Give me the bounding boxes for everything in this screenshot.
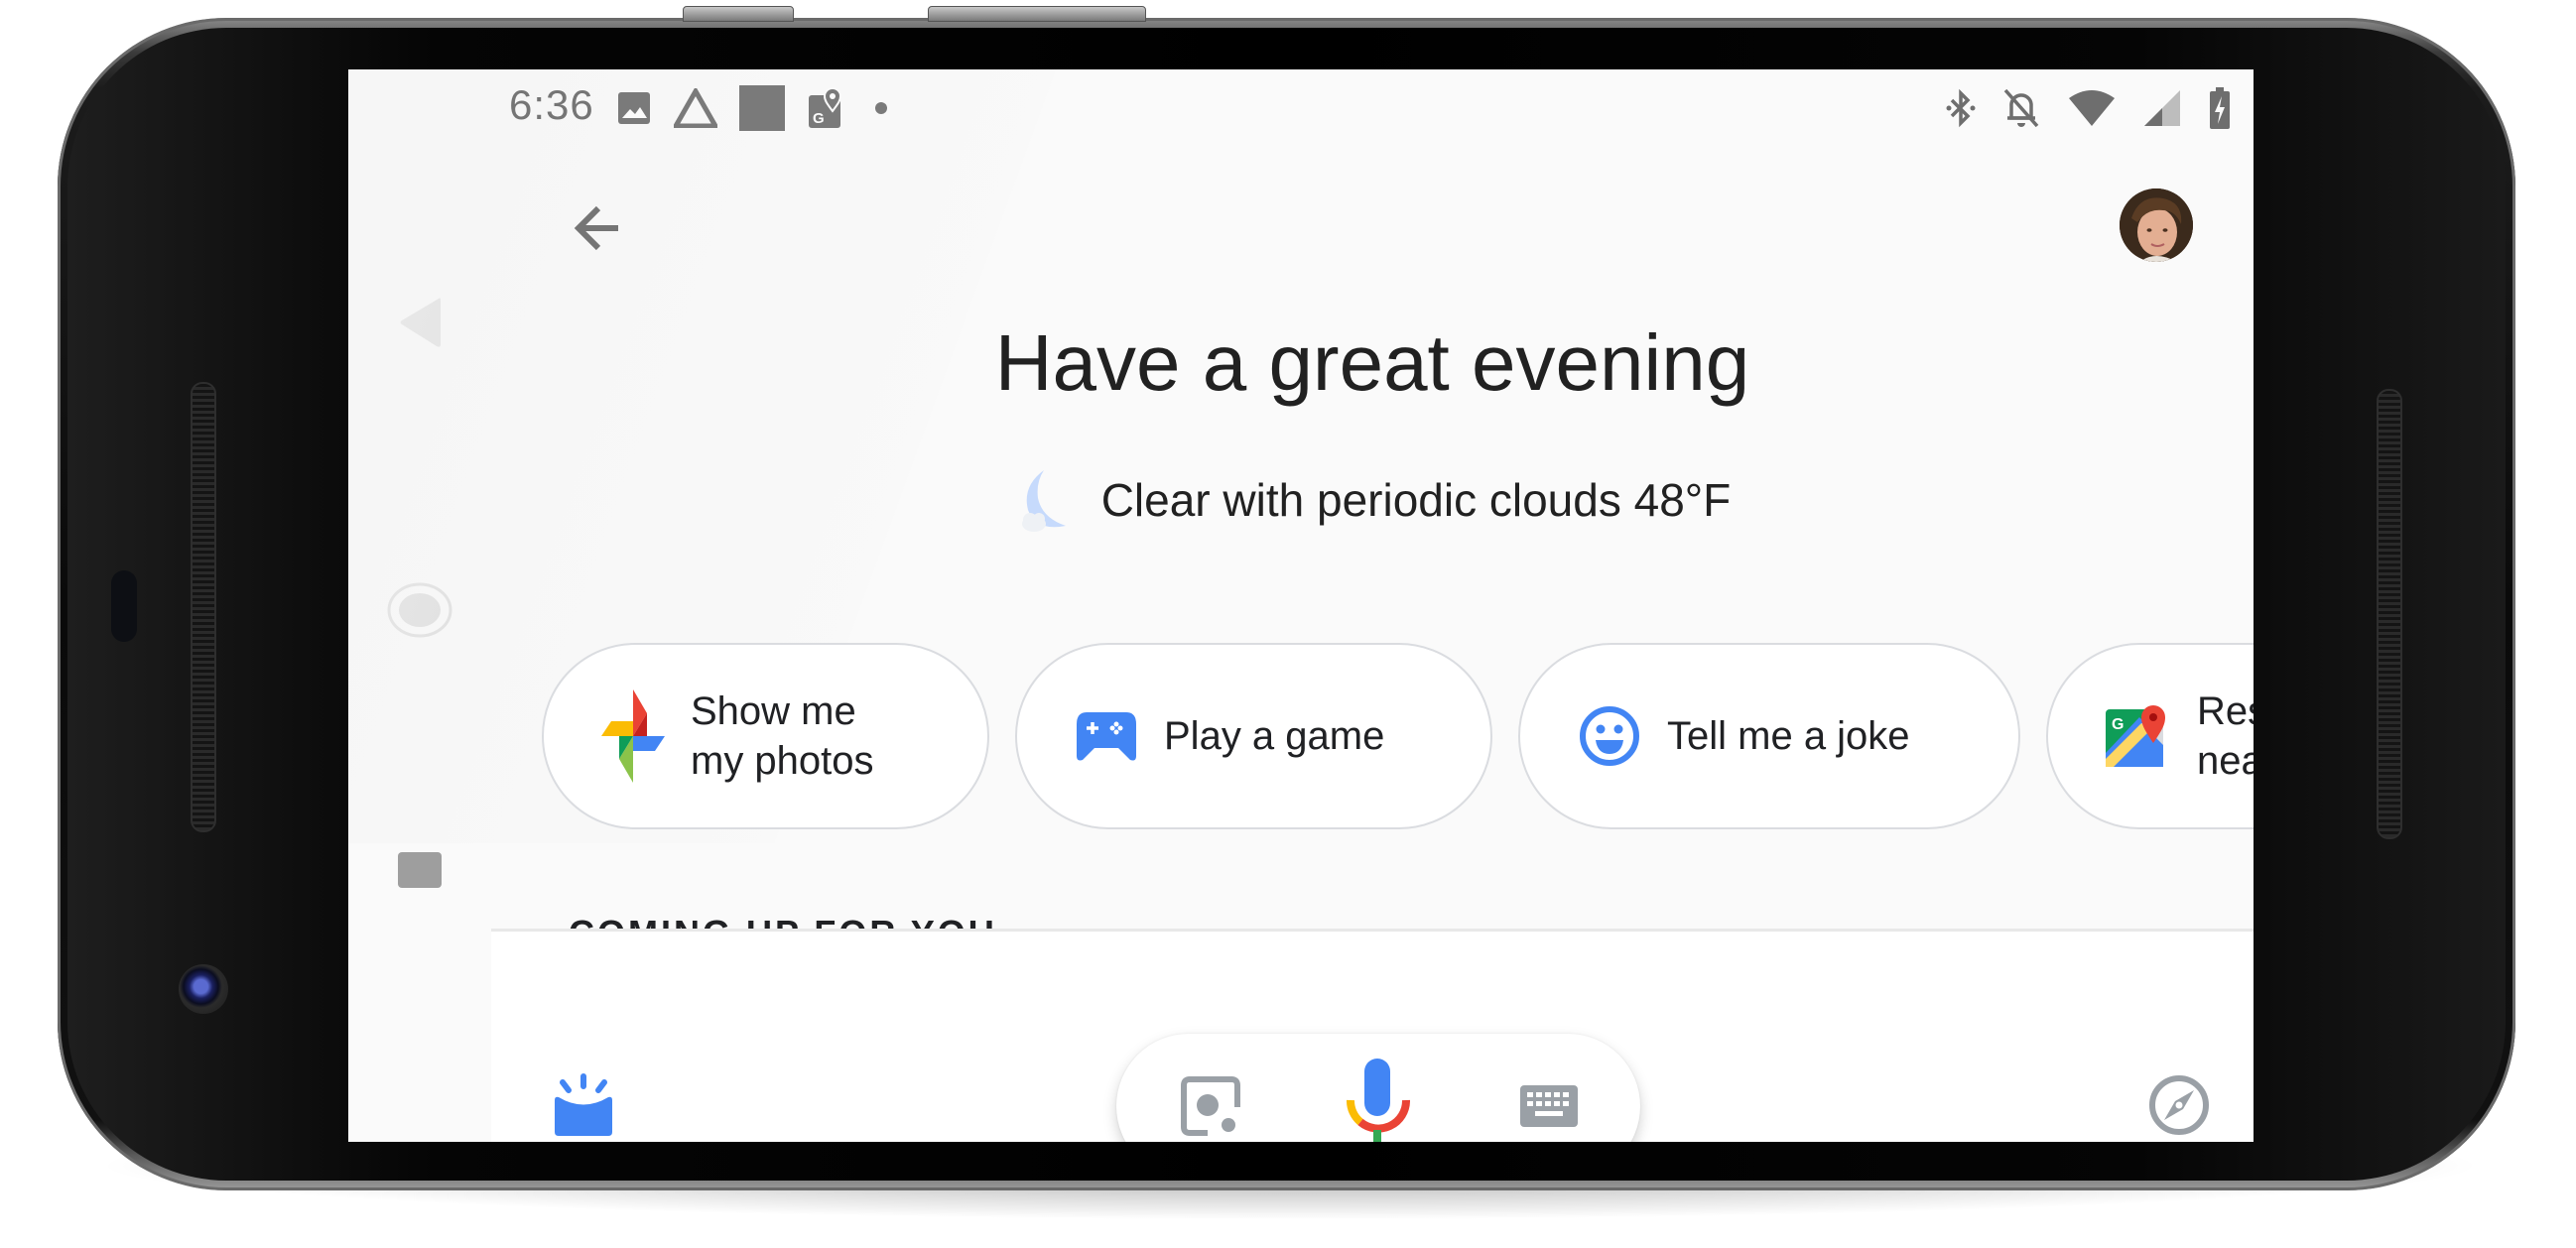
nav-back-button[interactable] (390, 293, 450, 352)
account-avatar[interactable] (2120, 188, 2193, 262)
screen: 6:36 G Have a great evening Clear with p… (348, 69, 2254, 1142)
back-nav-icon (400, 298, 441, 347)
lens-icon (1181, 1076, 1240, 1136)
input-pill (1116, 1034, 1640, 1142)
snapshot-icon (555, 1073, 612, 1136)
lens-button[interactable] (1171, 1066, 1250, 1142)
smiley-icon (1580, 706, 1639, 766)
weather-text: Clear with periodic clouds 48°F (1100, 474, 1732, 526)
moon-cloud-icon (1021, 470, 1066, 532)
suggestion-chips: Show me my photos Play a game Tell me a … (542, 643, 2254, 833)
drive-icon (674, 88, 717, 128)
mic-button[interactable] (1339, 1054, 1418, 1142)
maps-notification-icon: G (809, 87, 842, 128)
section-header-peek: COMING UP FOR YOU (569, 913, 997, 929)
keyboard-icon (1520, 1085, 1578, 1127)
hardware-volume-button (928, 6, 1146, 22)
status-time: 6:36 (509, 81, 594, 128)
explore-compass-icon (2149, 1075, 2209, 1135)
chip-play-game[interactable]: Play a game (1015, 643, 1492, 829)
recents-nav-icon (398, 852, 442, 888)
proximity-sensor (111, 570, 137, 642)
svg-text:G: G (2112, 716, 2124, 733)
chip-label: Restaurants nearby (2197, 689, 2254, 783)
svg-text:G: G (813, 110, 825, 127)
hardware-power-button (683, 6, 794, 22)
keyboard-button[interactable] (1509, 1066, 1589, 1142)
greeting-title: Have a great evening (994, 318, 1750, 407)
notifications-off-icon (2003, 88, 2039, 128)
chip-tell-joke[interactable]: Tell me a joke (1518, 643, 2020, 829)
assistant-bottom-bar (491, 932, 2254, 1142)
front-speaker-left (191, 382, 216, 832)
system-nav-bar (348, 69, 491, 1142)
chip-restaurants-nearby[interactable]: G Restaurants nearby (2046, 643, 2254, 829)
avatar-photo (2120, 188, 2193, 262)
chip-show-photos[interactable]: Show me my photos (542, 643, 989, 829)
chip-label: Play a game (1164, 714, 1385, 758)
arrow-back-icon (574, 205, 618, 251)
chip-label: Tell me a joke (1667, 714, 1910, 758)
gamepad-icon (1077, 712, 1136, 761)
chip-label: Show me my photos (691, 689, 874, 783)
cell-signal-icon (2144, 90, 2180, 126)
nav-home-button[interactable] (385, 575, 454, 645)
explore-button[interactable] (2144, 1070, 2214, 1140)
bluetooth-icon (1946, 88, 1976, 128)
nav-recents-button[interactable] (395, 845, 445, 895)
back-button[interactable] (569, 196, 632, 260)
google-photos-icon (601, 689, 665, 783)
wifi-icon (2069, 90, 2115, 126)
mic-icon (1347, 1059, 1410, 1142)
front-speaker-right (2377, 389, 2402, 839)
weather-summary[interactable]: Clear with periodic clouds 48°F (491, 466, 2254, 534)
status-notification-icons: G (616, 83, 896, 133)
blank-notification-icon (739, 85, 785, 131)
image-notification-icon (618, 92, 650, 124)
battery-charging-icon (2210, 87, 2230, 129)
front-camera (179, 964, 228, 1014)
section-title: COMING UP FOR YOU (569, 913, 997, 929)
google-maps-icon: G (2106, 705, 2165, 767)
home-nav-icon (387, 582, 452, 638)
status-system-icons (1946, 83, 2232, 133)
snapshot-button[interactable] (549, 1070, 618, 1140)
more-notifications-dot-icon (875, 102, 887, 114)
